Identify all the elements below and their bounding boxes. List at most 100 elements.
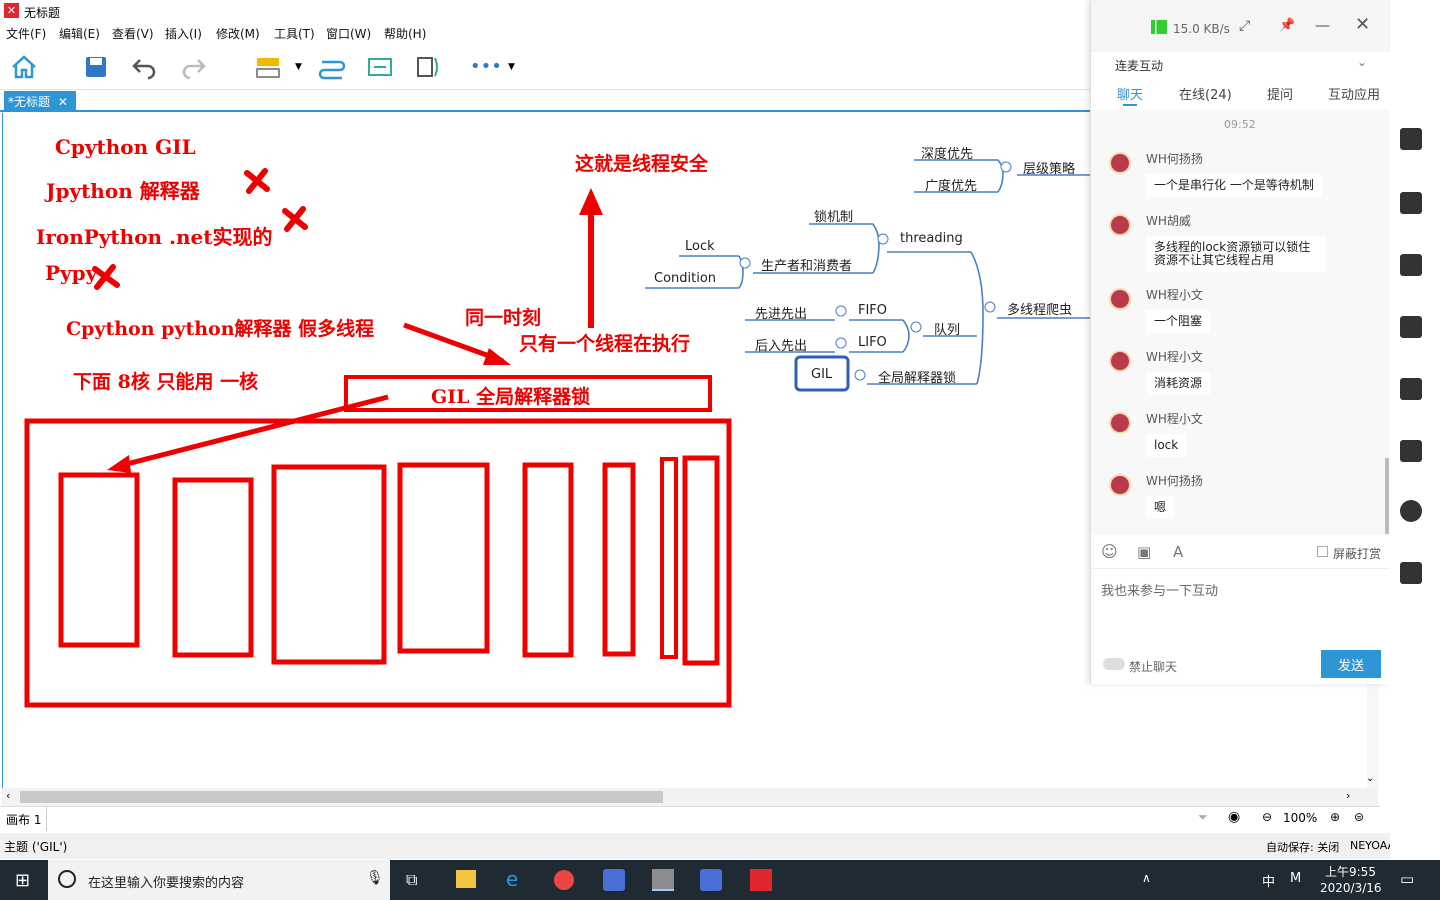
expand-icon[interactable]: ⤢ [1239,18,1250,34]
zoom-out-icon[interactable]: ⊖ [1262,810,1272,824]
node-multithread-crawler[interactable]: 多线程爬虫 [1007,299,1072,318]
chat-scrollbar[interactable] [1385,458,1389,534]
menu-help[interactable]: 帮助(H) [384,25,426,42]
scroll-thumb[interactable] [20,791,663,803]
autosave-status[interactable]: 自动保存: 关闭 [1266,839,1339,855]
menu-bar: 文件(F) 编辑(E) 查看(V) 插入(I) 修改(M) 工具(T) 窗口(W… [0,22,1090,42]
more-dropdown-icon[interactable]: ▼ [508,62,515,72]
notes-icon[interactable] [1400,440,1422,462]
notification-icon[interactable]: ▭ [1400,870,1414,888]
canvas-label[interactable]: 画布 1 [6,811,41,828]
redo-icon[interactable] [180,54,208,80]
mic-interaction[interactable]: 连麦互动 [1115,57,1163,74]
chat-input-placeholder: 我也来参与一下互动 [1101,584,1219,599]
text-style-icon[interactable] [1400,378,1422,400]
explorer-icon[interactable] [456,870,476,888]
image-panel-icon[interactable] [1400,254,1422,276]
tab-chat[interactable]: 聊天 [1117,84,1143,103]
node-gil-cn[interactable]: 全局解释器锁 [878,367,956,386]
comment-icon[interactable] [1400,500,1422,522]
chat-close-icon[interactable]: ✕ [1355,14,1370,35]
minimize-icon[interactable]: — [1315,16,1330,34]
topic-icon[interactable] [254,54,282,80]
node-threading[interactable]: threading [900,231,963,246]
menu-edit[interactable]: 编辑(E) [59,25,100,42]
taskbar-search[interactable]: 在这里输入你要搜索的内容 🎙 [48,860,390,900]
tab-apps[interactable]: 互动应用 [1328,84,1380,103]
node-depth-first[interactable]: 深度优先 [921,143,973,162]
mic-dropdown-icon[interactable]: ⌄ [1357,55,1367,69]
undo-icon[interactable] [130,54,158,80]
node-lifo[interactable]: LIFO [858,335,887,350]
edge-icon[interactable]: e [506,867,518,891]
tab-online[interactable]: 在线(24) [1179,84,1232,103]
xmind-task-icon[interactable] [750,869,772,891]
app-icon[interactable] [554,870,574,890]
summary-icon[interactable] [366,54,394,80]
font-icon[interactable]: A [1173,543,1183,561]
tray-up-icon[interactable]: ∧ [1142,871,1151,885]
chat-input[interactable]: 我也来参与一下互动 [1091,568,1389,648]
filter-icon[interactable]: ⏷ [1198,810,1208,825]
node-fifo-cn[interactable]: 先进先出 [755,303,807,322]
flag-icon[interactable] [1400,316,1422,338]
task-view-icon[interactable]: ⧉ [406,870,417,890]
scroll-right-icon[interactable]: › [1346,789,1350,802]
tab-untitled[interactable]: *无标题 ✕ [4,91,76,111]
ime-label[interactable]: 中 [1262,871,1275,890]
task-icon[interactable] [1400,562,1422,584]
fit-icon[interactable]: ⊜ [1354,810,1364,824]
scroll-down-icon[interactable]: ⌄ [1366,773,1374,784]
node-lock-mechanism[interactable]: 锁机制 [814,206,853,225]
eye-icon[interactable]: ◉ [1228,809,1240,825]
relationship-icon[interactable] [318,54,346,80]
message-author: WH程小文 [1146,412,1203,426]
menu-insert[interactable]: 插入(I) [165,25,202,42]
tab-close-icon[interactable]: ✕ [58,95,68,109]
menu-window[interactable]: 窗口(W) [326,25,371,42]
ppt-icon[interactable] [603,869,625,891]
windows-start-icon[interactable]: ⊞ [15,870,30,891]
zoom-in-icon[interactable]: ⊕ [1330,810,1340,824]
clock-date[interactable]: 2020/3/16 [1320,881,1382,895]
outline-icon[interactable] [1400,128,1422,150]
node-gil[interactable]: GIL [811,367,832,382]
emoji-icon[interactable]: ☺ [1101,542,1118,561]
menu-view[interactable]: 查看(V) [112,25,154,42]
save-icon[interactable] [82,54,110,80]
node-lifo-cn[interactable]: 后入先出 [755,335,807,354]
tab-questions[interactable]: 提问 [1267,84,1293,103]
avatar [1109,474,1131,496]
active-app-icon[interactable] [652,869,674,891]
clock-time[interactable]: 上午9:55 [1325,863,1376,880]
format-brush-icon[interactable] [1400,192,1422,214]
node-breadth-first[interactable]: 广度优先 [925,175,977,194]
message-text: lock [1146,434,1187,457]
boundary-icon[interactable] [414,54,442,80]
pin-icon[interactable]: 📌 [1279,18,1295,33]
ppt2-icon[interactable] [700,869,722,891]
node-queue[interactable]: 队列 [934,319,960,338]
block-reward-checkbox[interactable] [1317,546,1328,557]
search-circle-icon [58,870,76,888]
image-icon[interactable]: ▣ [1137,543,1151,561]
menu-modify[interactable]: 修改(M) [216,25,260,42]
ban-chat-toggle[interactable] [1103,658,1125,670]
home-icon[interactable] [10,54,38,80]
more-icon[interactable]: ••• [470,56,502,77]
send-button[interactable]: 发送 [1321,650,1381,678]
node-producer-consumer[interactable]: 生产者和消费者 [761,255,852,274]
menu-file[interactable]: 文件(F) [6,25,46,42]
message-text: 多线程的lock资源锁可以锁住资源不让其它线程占用 [1146,236,1326,272]
node-lock[interactable]: Lock [685,239,715,254]
node-level-strategy[interactable]: 层级策略 [1023,158,1075,177]
topic-dropdown-icon[interactable]: ▼ [295,62,302,72]
scroll-left-icon[interactable]: ‹ [6,789,10,802]
node-fifo[interactable]: FIFO [858,303,887,318]
zoom-level: 100% [1283,811,1318,825]
node-condition[interactable]: Condition [654,271,716,286]
microphone-icon[interactable]: 🎙 [366,870,384,886]
ime2-label[interactable]: M [1290,871,1301,886]
horizontal-scrollbar[interactable]: ‹ › [2,788,1378,806]
menu-tools[interactable]: 工具(T) [274,25,315,42]
